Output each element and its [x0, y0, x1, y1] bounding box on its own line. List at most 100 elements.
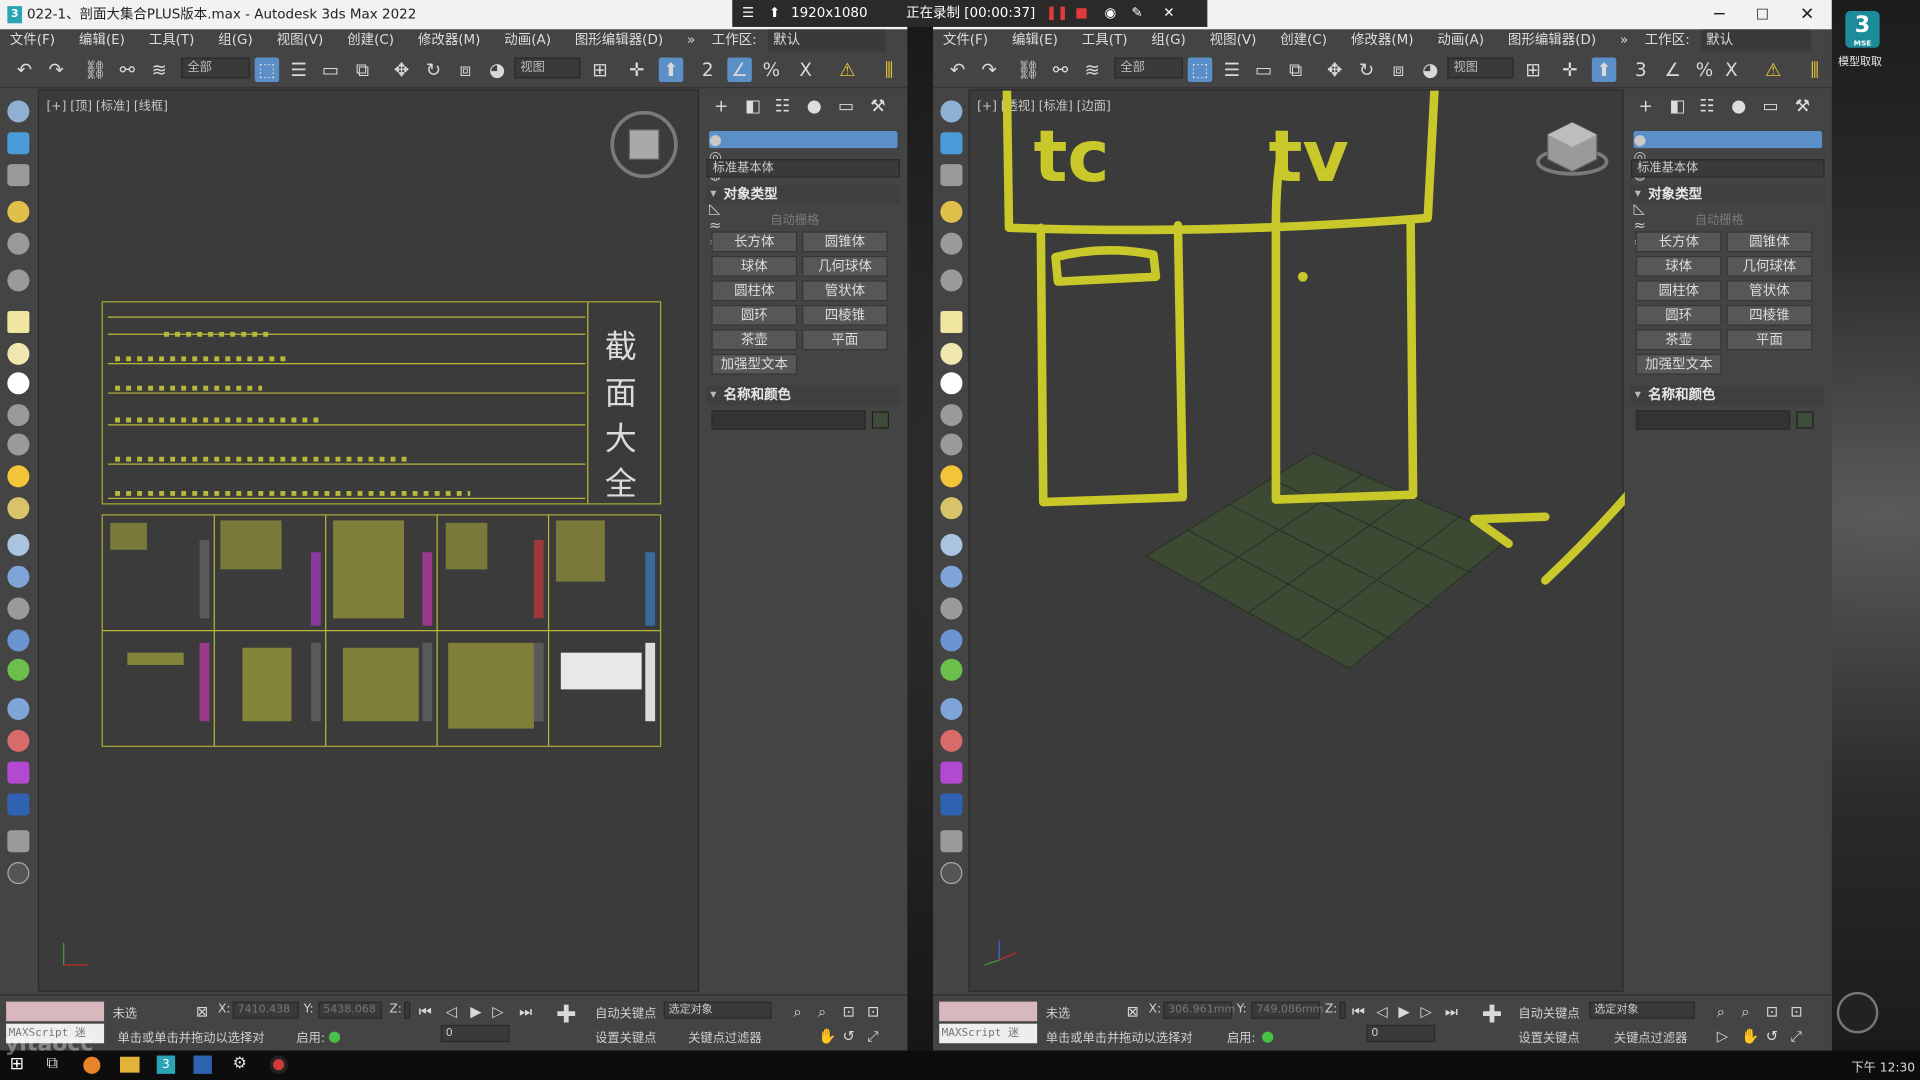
menu-icon[interactable]: ☰ [742, 0, 754, 27]
fov-icon[interactable]: ▷ [1717, 1027, 1728, 1044]
modify-tab-icon[interactable]: ◧ [1668, 97, 1688, 117]
maximize-viewport-icon[interactable]: ⤢ [867, 1027, 879, 1044]
render-icon[interactable] [7, 565, 30, 588]
rollout-name-color[interactable]: 名称和颜色 [1631, 385, 1825, 406]
cylinder-button[interactable]: 圆柱体 [711, 280, 798, 302]
next-frame-icon[interactable]: ▷ [1420, 1003, 1431, 1020]
warning-icon[interactable]: ⚠ [835, 58, 859, 82]
x-coord-field[interactable]: 7410.438 [232, 1001, 299, 1019]
hierarchy-tab-icon[interactable]: ☷ [773, 97, 793, 117]
menu-modifiers[interactable]: 修改器(M) [1341, 29, 1423, 51]
select-manipulate-icon[interactable]: ✛ [624, 58, 648, 82]
taskbar-app-icon[interactable] [193, 1055, 212, 1074]
torus-button[interactable]: 圆环 [711, 304, 798, 326]
menu-animation[interactable]: 动画(A) [495, 29, 561, 51]
rollout-object-type[interactable]: 对象类型 [706, 184, 901, 205]
menu-graph-editors[interactable]: 图形编辑器(D) [1498, 29, 1606, 51]
menu-tools[interactable]: 工具(T) [1072, 29, 1137, 51]
rotate-icon[interactable]: ↻ [1354, 58, 1378, 82]
viewport-top[interactable]: [+] [顶] [标准] [线框] 截 面 大 全 [37, 89, 902, 992]
menu-overflow-icon[interactable]: » [677, 29, 705, 51]
y-coord-field[interactable]: 5438.068 [318, 1001, 383, 1019]
geosphere-icon[interactable] [940, 372, 963, 395]
hierarchy-tab-icon[interactable]: ☷ [1697, 97, 1717, 117]
helper-icon[interactable] [940, 269, 963, 292]
palette-icon[interactable] [7, 729, 30, 752]
globe-icon[interactable] [7, 697, 30, 721]
orbit-icon[interactable]: ↺ [1766, 1027, 1778, 1044]
pyramid-button[interactable]: 四棱锥 [1726, 304, 1813, 326]
browser-icon[interactable] [83, 1056, 101, 1074]
box-button[interactable]: 长方体 [1635, 231, 1722, 253]
rotate-icon[interactable]: ↻ [421, 58, 445, 82]
file-explorer-icon[interactable] [120, 1056, 140, 1073]
render-icon[interactable] [940, 565, 963, 588]
ribbon-toggle-icon[interactable]: ⫼ [877, 58, 901, 82]
close-x-icon[interactable]: X [793, 58, 817, 82]
place-icon[interactable]: ◕ [485, 58, 509, 82]
create-tab-icon[interactable]: + [711, 97, 731, 117]
box-button[interactable]: 长方体 [711, 231, 798, 253]
geosphere-icon[interactable] [7, 372, 30, 395]
textplus-button[interactable]: 加强型文本 [1635, 353, 1722, 375]
pan-icon[interactable]: ✋ [1741, 1027, 1759, 1044]
pivot-center-icon[interactable]: ⊞ [588, 58, 612, 82]
percent-snap-icon[interactable]: % [759, 58, 783, 82]
menu-group[interactable]: 组(G) [209, 29, 263, 51]
rollout-object-type[interactable]: 对象类型 [1631, 184, 1825, 205]
cone-icon[interactable] [7, 433, 30, 456]
screenshot-icon[interactable]: ◉ [1104, 0, 1116, 27]
link-icon[interactable]: ⛓ [1016, 58, 1040, 82]
play-icon[interactable]: ▶ [1398, 1003, 1409, 1020]
menu-overflow-icon[interactable]: » [1610, 29, 1638, 51]
menu-group[interactable]: 组(G) [1142, 29, 1196, 51]
keyboard-shortcut-icon[interactable]: ⬆ [1591, 57, 1617, 83]
zoom-icon[interactable]: ⌕ [1717, 1003, 1725, 1020]
prev-frame-icon[interactable]: ◁ [1376, 1003, 1387, 1020]
close-icon[interactable]: ✕ [1800, 0, 1814, 29]
teapot-icon[interactable] [940, 404, 963, 427]
camera-icon[interactable] [7, 232, 30, 255]
maxscript-listener[interactable] [939, 1001, 1038, 1022]
move-icon[interactable]: ✥ [1322, 58, 1346, 82]
camera-icon[interactable] [940, 232, 963, 255]
category-select[interactable]: 标准基本体 [706, 159, 901, 178]
script-icon[interactable] [940, 793, 963, 816]
absolute-mode-icon[interactable]: ⊠ [196, 1003, 208, 1020]
utilities-tab-icon[interactable]: ⚒ [1793, 97, 1813, 117]
play-icon[interactable]: ▶ [470, 1003, 481, 1020]
teapot-icon[interactable] [7, 404, 30, 427]
menu-graph-editors[interactable]: 图形编辑器(D) [565, 29, 673, 51]
object-name-field[interactable] [711, 410, 866, 430]
orbit-icon[interactable]: ↺ [842, 1027, 854, 1044]
unlink-icon[interactable]: ⚯ [1048, 58, 1072, 82]
reference-coord-select[interactable]: 视图 [514, 57, 581, 79]
maxscript-listener[interactable] [6, 1001, 105, 1022]
current-frame-field[interactable]: 0 [440, 1024, 510, 1043]
settings-gear-icon[interactable]: ⚙ [233, 1054, 247, 1072]
rect-selection-icon[interactable]: ▭ [1251, 58, 1275, 82]
teapot-button[interactable]: 茶壶 [1635, 329, 1722, 351]
scale-icon[interactable]: ⧈ [1386, 58, 1410, 82]
zoom-all-icon[interactable]: ⌕ [818, 1003, 826, 1020]
layer-icon[interactable] [7, 164, 30, 187]
display-tab-icon[interactable]: ▭ [836, 97, 856, 117]
character-icon[interactable] [7, 597, 30, 620]
autogrid-checkbox[interactable]: 自动栅格 [1695, 209, 1744, 227]
snaps-toggle-icon[interactable]: 2 [696, 58, 720, 82]
zoom-extents-icon[interactable]: ⊡ [1766, 1003, 1778, 1020]
bind-spacewarp-icon[interactable]: ≋ [147, 58, 171, 82]
cone-icon[interactable] [940, 433, 963, 456]
pen-icon[interactable]: ✎ [1131, 0, 1142, 27]
material-sphere-icon[interactable] [940, 497, 963, 520]
task-view-icon[interactable]: ⧉ [47, 1054, 58, 1072]
select-object-icon[interactable]: ⬚ [254, 57, 280, 83]
move-icon[interactable]: ✥ [389, 58, 413, 82]
particle-icon[interactable] [7, 533, 30, 556]
plugin-icon[interactable] [7, 761, 30, 784]
light-icon[interactable] [940, 200, 963, 223]
menu-edit[interactable]: 编辑(E) [1002, 29, 1068, 51]
zoom-icon[interactable]: ⌕ [793, 1003, 801, 1020]
maxscript-input[interactable]: MAXScript 迷 [939, 1023, 1038, 1044]
menu-file[interactable]: 文件(F) [0, 29, 65, 51]
